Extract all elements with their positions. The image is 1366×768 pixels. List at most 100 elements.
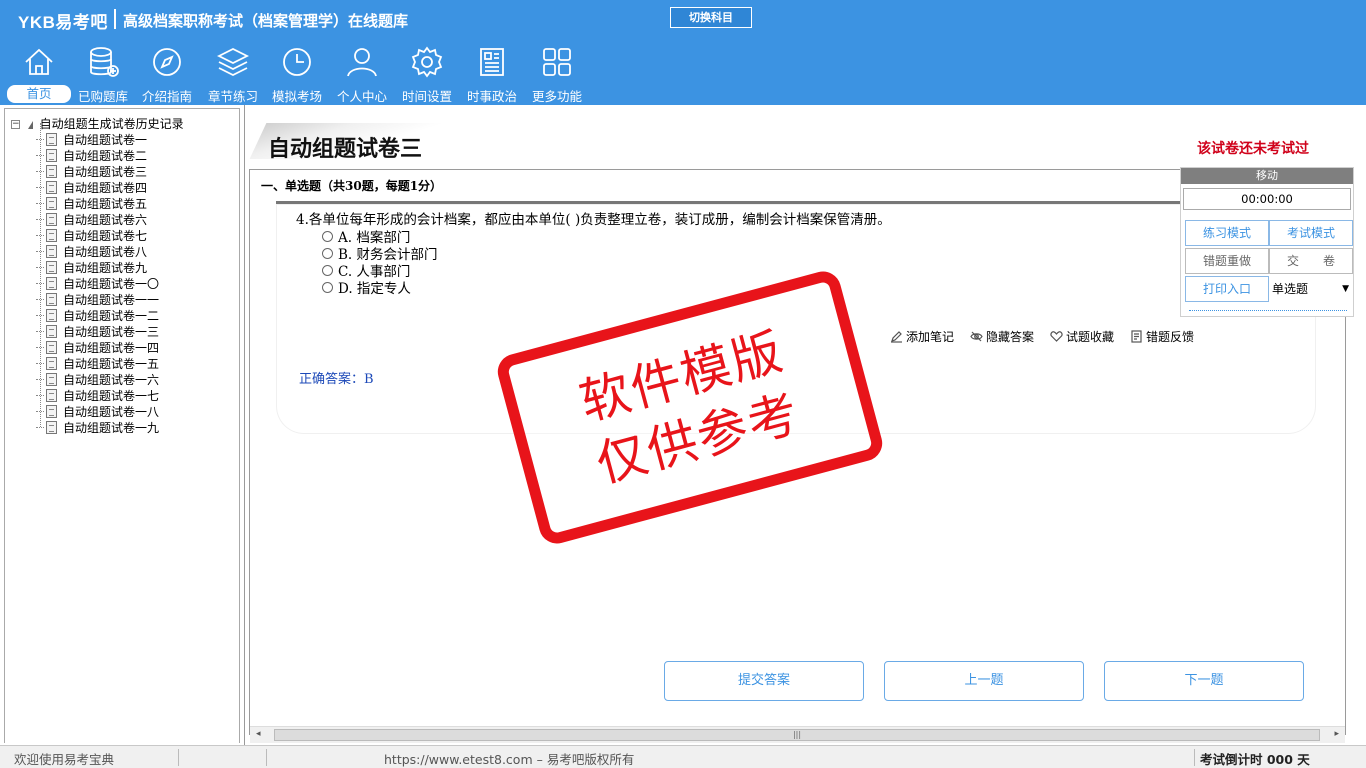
tree-item[interactable]: 自动组题试卷一四 — [36, 339, 159, 355]
switch-subject-button[interactable]: 切换科目 — [670, 7, 752, 28]
print-entry-button[interactable]: 打印入口 — [1185, 276, 1269, 302]
tree-item[interactable]: 自动组题试卷一六 — [36, 371, 159, 387]
tree-item[interactable]: 自动组题试卷一〇 — [36, 275, 159, 291]
exam-mode-button[interactable]: 考试模式 — [1269, 220, 1353, 246]
tree-item[interactable]: 自动组题试卷一三 — [36, 323, 159, 339]
nav-label: 更多功能 — [531, 89, 582, 104]
practice-mode-button[interactable]: 练习模式 — [1185, 220, 1269, 246]
tree-item[interactable]: 自动组题试卷八 — [36, 243, 159, 259]
nav-chapter-practice[interactable]: 章节练习 — [202, 44, 264, 104]
error-feedback-button[interactable]: 错题反馈 — [1130, 328, 1194, 345]
panel-move-handle[interactable]: 移动 — [1181, 168, 1353, 184]
correct-answer: 正确答案：B — [299, 372, 374, 387]
document-icon — [46, 180, 57, 194]
nav-label: 时间设置 — [401, 89, 452, 104]
status-divider — [1194, 749, 1195, 766]
exam-countdown: 考试倒计时 000 天 — [1200, 752, 1310, 767]
nav-current-affairs[interactable]: 时事政治 — [461, 44, 523, 104]
hand-in-button[interactable]: 交 卷 — [1269, 248, 1353, 274]
top-bar: YKB易考吧 高级档案职称考试（档案管理学）在线题库 切换科目 首页 已购题库 … — [0, 0, 1366, 105]
tree-root[interactable]: − 自动组题生成试卷历史记录 — [11, 115, 184, 132]
section-heading: 一、单选题（共30题，每题1分） — [261, 179, 443, 193]
nav-more-functions[interactable]: 更多功能 — [526, 44, 588, 104]
home-icon — [25, 48, 53, 75]
document-icon — [46, 420, 57, 434]
tree-item[interactable]: 自动组题试卷六 — [36, 211, 159, 227]
option-d[interactable]: D. 指定专人 — [322, 277, 411, 297]
nav-label: 首页 — [7, 85, 71, 103]
tree-items: 自动组题试卷一 自动组题试卷二 自动组题试卷三 自动组题试卷四 自动组题试卷五 … — [36, 131, 159, 435]
tree-item[interactable]: 自动组题试卷七 — [36, 227, 159, 243]
document-icon — [46, 260, 57, 274]
collapse-icon[interactable]: − — [11, 120, 20, 129]
tree-item-selected[interactable]: 自动组题试卷三 — [36, 163, 159, 179]
scroll-left-icon[interactable]: ◂ — [256, 729, 261, 739]
tree-item[interactable]: 自动组题试卷四 — [36, 179, 159, 195]
previous-question-button[interactable]: 上一题 — [884, 661, 1084, 701]
sidebar: − 自动组题生成试卷历史记录 自动组题试卷一 自动组题试卷二 自动组题试卷三 自… — [0, 105, 245, 745]
radio-button[interactable] — [322, 281, 333, 293]
nav-personal-center[interactable]: 个人中心 — [331, 44, 393, 104]
nav-time-settings[interactable]: 时间设置 — [396, 44, 458, 104]
feedback-icon — [1131, 330, 1142, 343]
horizontal-scrollbar[interactable]: ◂ ||| ▸ — [250, 726, 1345, 743]
panel-divider — [1189, 310, 1347, 311]
tree-root-arrow-icon — [27, 120, 33, 129]
document-icon — [46, 228, 57, 242]
tree-item[interactable]: 自动组题试卷一八 — [36, 403, 159, 419]
document-icon — [46, 356, 57, 370]
scrollbar-thumb[interactable]: ||| — [274, 729, 1320, 741]
tree-item[interactable]: 自动组题试卷一七 — [36, 387, 159, 403]
tree-root-label: 自动组题生成试卷历史记录 — [39, 117, 184, 131]
exam-control-panel: 移动 00:00:00 练习模式 考试模式 错题重做 交 卷 打印入口 单选题 … — [1180, 167, 1354, 317]
favorite-question-button[interactable]: 试题收藏 — [1050, 328, 1114, 345]
status-divider — [266, 749, 267, 766]
exam-status-text: 该试卷还未考试过 — [1197, 141, 1309, 157]
tree-item[interactable]: 自动组题试卷一五 — [36, 355, 159, 371]
nav-label: 模拟考场 — [271, 89, 322, 104]
document-icon — [46, 292, 57, 306]
nav-label: 个人中心 — [336, 89, 387, 104]
user-icon — [347, 48, 377, 77]
nav-home[interactable]: 首页 — [7, 44, 71, 103]
copyright-text: https://www.etest8.com – 易考吧版权所有 — [384, 752, 635, 767]
app-title: 高级档案职称考试（档案管理学）在线题库 — [123, 12, 409, 30]
pencil-icon — [891, 331, 902, 343]
document-icon — [46, 308, 57, 322]
submit-answer-button[interactable]: 提交答案 — [664, 661, 864, 701]
radio-button[interactable] — [322, 230, 333, 242]
clock-icon — [283, 48, 311, 76]
radio-button[interactable] — [322, 247, 333, 259]
hide-answer-button[interactable]: 隐藏答案 — [970, 328, 1034, 345]
nav-purchased[interactable]: 已购题库 — [72, 44, 134, 104]
document-icon — [46, 212, 57, 226]
database-icon — [90, 47, 119, 77]
compass-icon — [153, 48, 181, 76]
question-type-select[interactable]: 单选题 ▼ — [1269, 276, 1353, 302]
tree-item[interactable]: 自动组题试卷一二 — [36, 307, 159, 323]
next-question-button[interactable]: 下一题 — [1104, 661, 1304, 701]
paper-history-tree[interactable]: − 自动组题生成试卷历史记录 自动组题试卷一 自动组题试卷二 自动组题试卷三 自… — [4, 108, 240, 743]
question-actions: 添加笔记 隐藏答案 试题收藏 错题反馈 — [890, 328, 1194, 345]
question-text: 4.各单位每年形成的会计档案，都应由本单位( )负责整理立卷，装订成册，编制会计… — [296, 212, 891, 228]
tree-item[interactable]: 自动组题试卷九 — [36, 259, 159, 275]
nav-label: 介绍指南 — [141, 89, 192, 104]
nav-mock-exam[interactable]: 模拟考场 — [266, 44, 328, 104]
brand-divider — [114, 9, 116, 29]
radio-button[interactable] — [322, 264, 333, 276]
nav-guide[interactable]: 介绍指南 — [136, 44, 198, 104]
document-icon — [46, 340, 57, 354]
tree-item[interactable]: 自动组题试卷五 — [36, 195, 159, 211]
document-icon — [46, 244, 57, 258]
tree-item[interactable]: 自动组题试卷一九 — [36, 419, 159, 435]
document-icon — [46, 148, 57, 162]
add-note-button[interactable]: 添加笔记 — [890, 328, 954, 345]
redo-wrong-button[interactable]: 错题重做 — [1185, 248, 1269, 274]
tree-item[interactable]: 自动组题试卷一一 — [36, 291, 159, 307]
document-search-icon — [46, 164, 57, 178]
newspaper-icon — [480, 48, 504, 76]
scroll-right-icon[interactable]: ▸ — [1334, 729, 1339, 739]
nav-label: 时事政治 — [466, 89, 517, 104]
tree-item[interactable]: 自动组题试卷二 — [36, 147, 159, 163]
tree-item[interactable]: 自动组题试卷一 — [36, 131, 159, 147]
